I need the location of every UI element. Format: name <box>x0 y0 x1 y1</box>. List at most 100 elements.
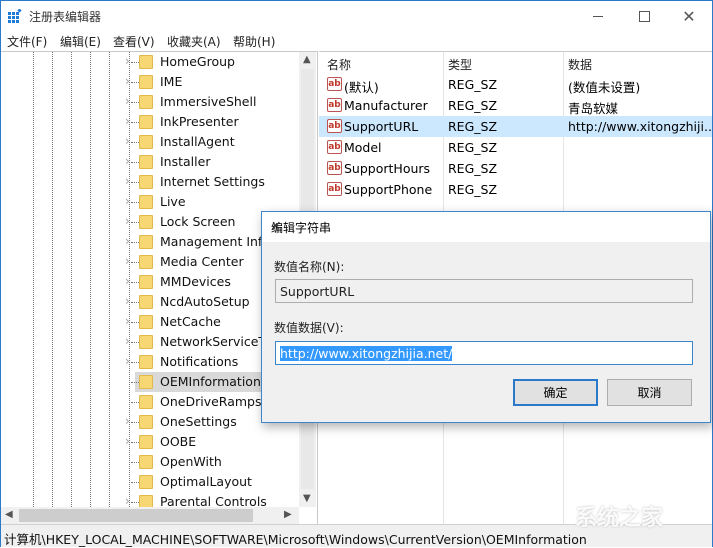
tree-connector <box>131 302 139 303</box>
value-name-field[interactable]: SupportURL <box>275 279 693 303</box>
folder-icon <box>139 475 153 489</box>
tree-connector <box>131 482 139 483</box>
tree-connector <box>131 102 139 103</box>
tree-item-label: OpenWith <box>160 454 222 469</box>
chevron-right-icon[interactable]: › <box>125 494 130 508</box>
chevron-right-icon[interactable]: › <box>125 94 130 108</box>
scroll-right-icon[interactable]: ▶ <box>284 509 292 520</box>
menu-edit[interactable]: 编辑(E) <box>60 33 101 50</box>
tree-item[interactable]: › NcdAutoSetup <box>1 292 301 312</box>
selected-text: http://www.xitongzhijia.net/ <box>280 346 453 361</box>
scroll-left-icon[interactable]: ◀ <box>5 509 13 520</box>
value-data: (数值未设置) <box>568 80 641 95</box>
scroll-up-icon[interactable]: ▲ <box>303 54 311 65</box>
tree-connector <box>131 322 139 323</box>
chevron-right-icon[interactable]: › <box>125 194 130 208</box>
value-row[interactable]: ab (默认) REG_SZ (数值未设置) <box>319 74 712 95</box>
chevron-right-icon[interactable]: › <box>125 274 130 288</box>
maximize-button[interactable] <box>621 1 667 31</box>
tree-item[interactable]: › NetCache <box>1 312 301 332</box>
chevron-right-icon[interactable]: › <box>125 354 130 368</box>
folder-icon <box>139 455 153 469</box>
tree-item-label: NcdAutoSetup <box>160 294 250 309</box>
close-button[interactable]: ✕ <box>666 1 712 31</box>
menu-view[interactable]: 查看(V) <box>113 33 155 50</box>
chevron-right-icon[interactable]: › <box>125 434 130 448</box>
tree-item[interactable]: › Installer <box>1 152 301 172</box>
chevron-right-icon[interactable]: › <box>125 234 130 248</box>
value-name-label: 数值名称(N): <box>274 260 345 274</box>
tree-item[interactable]: › Management Infr <box>1 232 301 252</box>
value-type: REG_SZ <box>448 77 498 92</box>
tree-item[interactable]: OneDriveRamps <box>1 392 301 412</box>
chevron-right-icon[interactable]: › <box>125 294 130 308</box>
menu-favorites[interactable]: 收藏夹(A) <box>167 33 221 50</box>
tree-item[interactable]: › OOBE <box>1 432 301 452</box>
folder-icon <box>139 395 153 409</box>
tree-connector <box>131 242 139 243</box>
menu-help[interactable]: 帮助(H) <box>233 33 275 50</box>
tree-connector <box>131 462 139 463</box>
chevron-right-icon[interactable]: › <box>125 154 130 168</box>
tree-connector <box>131 262 139 263</box>
tree-connector <box>131 62 139 63</box>
tree-item[interactable]: › Media Center <box>1 252 301 272</box>
chevron-right-icon[interactable]: › <box>125 414 130 428</box>
tree-item[interactable]: › Notifications <box>1 352 301 372</box>
chevron-right-icon[interactable]: › <box>125 74 130 88</box>
tree-item[interactable]: › ImmersiveShell <box>1 92 301 112</box>
scroll-thumb[interactable] <box>19 509 253 522</box>
tree-item[interactable]: › Lock Screen <box>1 212 301 232</box>
chevron-right-icon[interactable]: › <box>125 314 130 328</box>
tree-item[interactable]: › Internet Settings <box>1 172 301 192</box>
minimize-button[interactable] <box>575 1 621 31</box>
close-icon[interactable]: ✕ <box>271 219 702 233</box>
tree-item-label: InkPresenter <box>160 114 239 129</box>
column-header-data[interactable]: 数据 <box>568 52 592 74</box>
tree-item-label: NetCache <box>160 314 221 329</box>
chevron-right-icon[interactable]: › <box>125 54 130 68</box>
tree-item[interactable]: › HomeGroup <box>1 52 301 72</box>
value-row[interactable]: ab SupportHours REG_SZ <box>319 158 712 179</box>
tree-item[interactable]: › InkPresenter <box>1 112 301 132</box>
tree-item[interactable]: › Live <box>1 192 301 212</box>
ok-button[interactable]: 确定 <box>513 379 598 406</box>
value-name: Manufacturer <box>344 98 428 113</box>
folder-icon <box>139 415 153 429</box>
chevron-right-icon[interactable]: › <box>125 334 130 348</box>
edit-string-dialog: 编辑字符串 ✕ 数值名称(N): SupportURL 数值数据(V): htt… <box>261 211 711 423</box>
chevron-right-icon[interactable]: › <box>125 114 130 128</box>
scroll-down-icon[interactable]: ▼ <box>303 493 311 504</box>
chevron-right-icon[interactable]: › <box>125 254 130 268</box>
value-row[interactable]: ab Manufacturer REG_SZ 青岛软媒 <box>319 95 712 116</box>
tree-connector <box>131 422 139 423</box>
value-row[interactable]: ab Model REG_SZ <box>319 137 712 158</box>
column-header-type[interactable]: 类型 <box>448 52 472 74</box>
tree-item[interactable]: › OneSettings <box>1 412 301 432</box>
chevron-right-icon[interactable]: › <box>125 214 130 228</box>
tree-item[interactable]: › IME <box>1 72 301 92</box>
tree-item[interactable]: › MMDevices <box>1 272 301 292</box>
folder-icon <box>139 135 153 149</box>
tree-item-label: Media Center <box>160 254 244 269</box>
tree-horizontal-scrollbar[interactable]: ◀ ▶ <box>1 507 299 524</box>
tree-connector <box>131 362 139 363</box>
tree-item[interactable]: OpenWith <box>1 452 301 472</box>
tree-item[interactable]: OptimalLayout <box>1 472 301 492</box>
folder-icon <box>139 195 153 209</box>
tree-item[interactable]: OEMInformation <box>1 372 301 392</box>
value-row[interactable]: ab SupportURL REG_SZ http://www.xitongzhiji… <box>319 116 712 137</box>
string-value-icon: ab <box>327 98 342 112</box>
tree-item[interactable]: › InstallAgent <box>1 132 301 152</box>
folder-icon <box>139 115 153 129</box>
menu-file[interactable]: 文件(F) <box>7 33 47 50</box>
column-header-name[interactable]: 名称 <box>327 52 351 74</box>
cancel-button[interactable]: 取消 <box>607 379 692 406</box>
chevron-right-icon[interactable]: › <box>125 134 130 148</box>
tree-connector <box>131 202 139 203</box>
value-data-input[interactable]: http://www.xitongzhijia.net/ <box>275 341 693 365</box>
value-row[interactable]: ab SupportPhone REG_SZ <box>319 179 712 200</box>
tree-item[interactable]: › NetworkServiceTr <box>1 332 301 352</box>
chevron-right-icon[interactable]: › <box>125 174 130 188</box>
tree-connector <box>131 442 139 443</box>
